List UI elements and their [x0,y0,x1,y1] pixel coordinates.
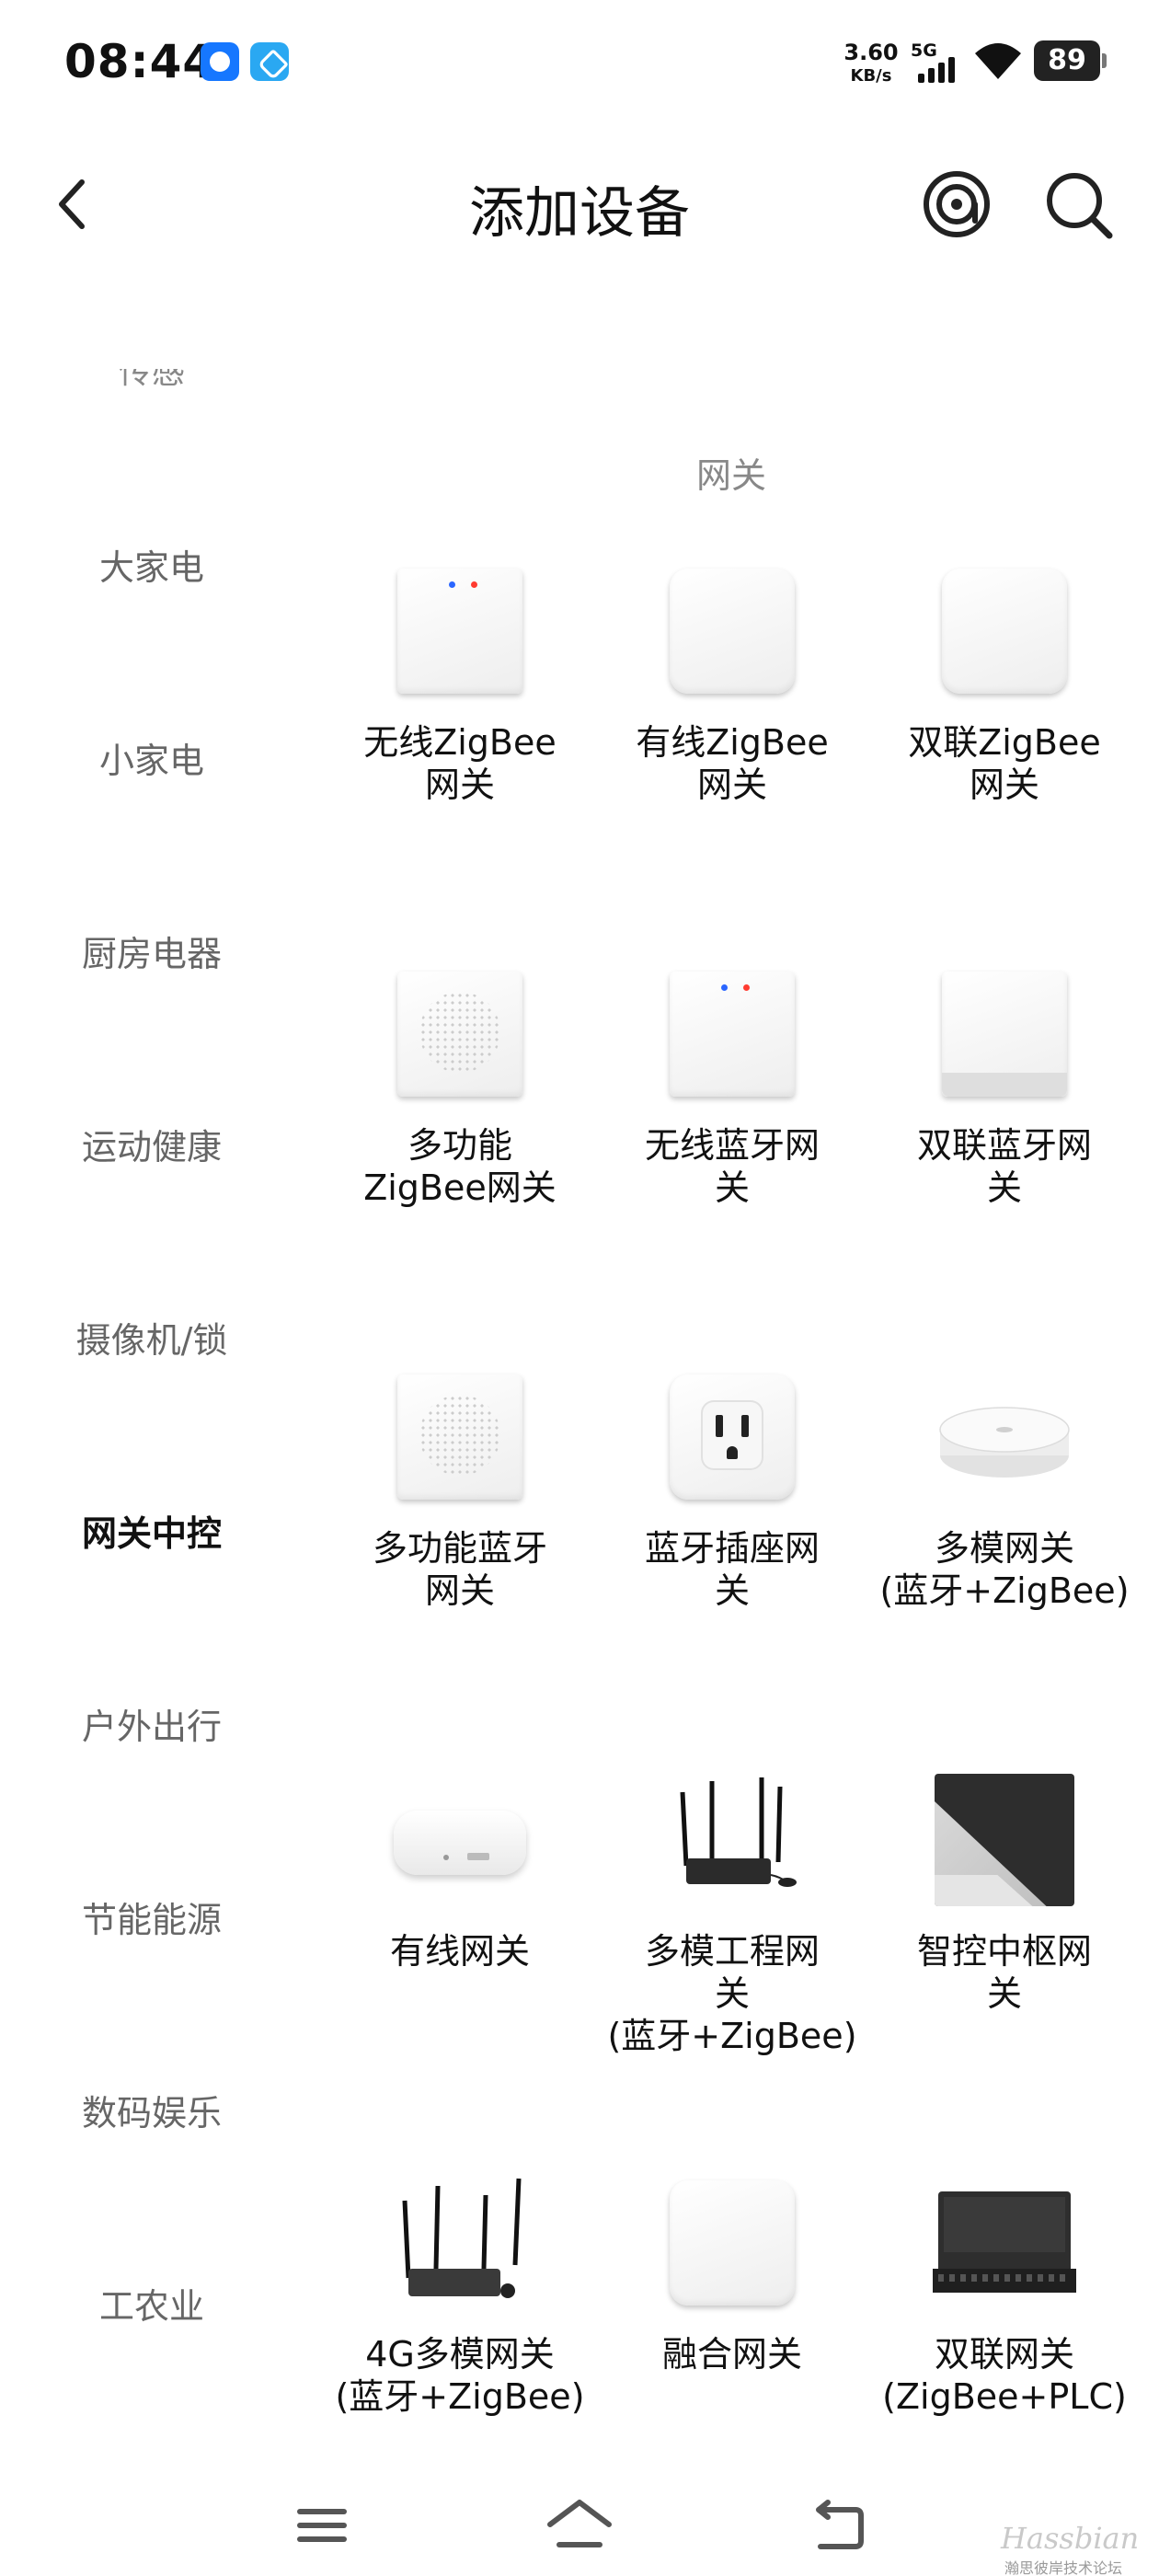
control-panel-icon [935,1774,1074,1906]
flat-gateway-icon [394,1774,526,1906]
socket-plug-icon [666,1371,798,1503]
device-name: 智控中枢网 关 [916,1931,1092,2014]
speaker-hub-icon [394,968,526,1100]
device-item[interactable]: 有线网关 [324,1774,596,2105]
device-name: 4G多模网关 (蓝牙+ZigBee) [335,2334,585,2417]
device-name: 无线蓝牙网 关 [644,1125,820,1208]
device-item[interactable]: 无线蓝牙网 关 [596,968,868,1299]
device-item[interactable]: 融合网关 [596,2177,868,2508]
device-name: 多功能蓝牙 网关 [372,1528,547,1611]
device-item[interactable]: 多功能蓝牙 网关 [324,1371,596,1702]
speaker-hub-icon [394,1371,526,1503]
device-item[interactable]: 4G多模网关 (蓝牙+ZigBee) [324,2177,596,2508]
round-puck-gateway-icon [938,1371,1071,1503]
device-item[interactable]: 无线ZigBee 网关 [324,565,596,896]
device-item[interactable]: 多模网关 (蓝牙+ZigBee) [868,1371,1141,1702]
device-name: 多功能 ZigBee网关 [363,1125,557,1208]
device-name: 双联网关 (ZigBee+PLC) [882,2334,1127,2417]
white-square-hub-icon [666,968,798,1100]
hub-on-stand-icon [938,968,1071,1100]
device-grid: 无线ZigBee 网关 有线ZigBee 网关 双联ZigBee 网关 多功能 … [0,0,1159,2484]
home-icon[interactable] [543,2493,616,2558]
menu-icon[interactable] [285,2493,359,2558]
white-rounded-hub-icon [666,2177,798,2309]
device-name: 融合网关 [661,2334,802,2375]
system-navigation-bar [0,2475,1159,2576]
white-rounded-hub-icon [938,565,1071,697]
device-name: 多模工程网 关 (蓝牙+ZigBee) [607,1931,857,2056]
din-rail-module-icon [933,2177,1076,2309]
antenna-router-icon [666,1774,798,1906]
device-name: 多模网关 (蓝牙+ZigBee) [879,1528,1130,1611]
white-square-hub-icon [394,565,526,697]
back-nav-icon[interactable] [802,2493,876,2558]
device-item[interactable]: 双联ZigBee 网关 [868,565,1141,896]
watermark-main: Hassbian [1001,2521,1140,2556]
device-name: 有线网关 [389,1931,530,1972]
device-item[interactable]: 蓝牙插座网 关 [596,1371,868,1702]
white-rounded-hub-icon [666,565,798,697]
forum-watermark: Hassbian 瀚思彼岸技术论坛 [1001,2521,1157,2576]
device-item[interactable]: 有线ZigBee 网关 [596,565,868,896]
device-name: 双联ZigBee 网关 [908,722,1101,805]
watermark-sub: 瀚思彼岸技术论坛 [1004,2559,1123,2576]
device-item[interactable]: 多功能 ZigBee网关 [324,968,596,1299]
device-name: 双联蓝牙网 关 [916,1125,1092,1208]
device-item[interactable]: 双联蓝牙网 关 [868,968,1141,1299]
device-name: 无线ZigBee 网关 [363,722,557,805]
four-antenna-router-icon [394,2177,526,2309]
device-item[interactable]: 智控中枢网 关 [868,1774,1141,2105]
device-item[interactable]: 双联网关 (ZigBee+PLC) [868,2177,1141,2508]
device-name: 蓝牙插座网 关 [644,1528,820,1611]
device-item[interactable]: 多模工程网 关 (蓝牙+ZigBee) [596,1774,868,2105]
device-name: 有线ZigBee 网关 [636,722,829,805]
